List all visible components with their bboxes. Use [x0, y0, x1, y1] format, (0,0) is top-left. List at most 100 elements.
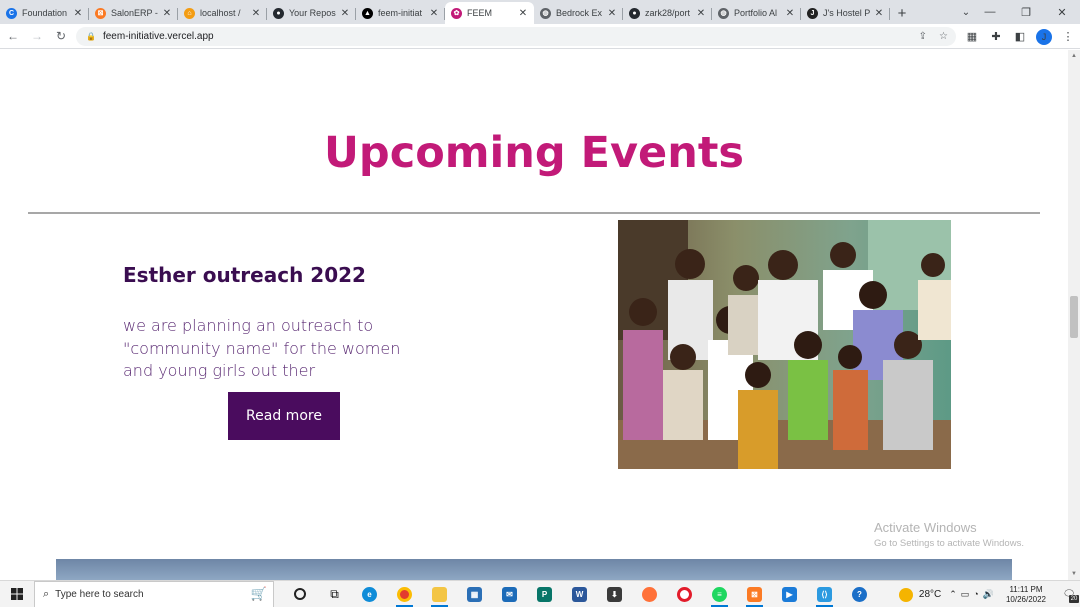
scroll-up-arrow-icon[interactable]: ▲	[1068, 50, 1080, 62]
scrollbar-thumb[interactable]	[1070, 296, 1078, 338]
notification-count-badge: 20	[1069, 595, 1079, 603]
minimize-button[interactable]: —	[972, 0, 1008, 24]
xampp-icon: ⊠	[95, 7, 106, 19]
close-tab-icon[interactable]: ✕	[607, 8, 617, 19]
close-tab-icon[interactable]: ✕	[785, 8, 795, 19]
cortana-icon[interactable]	[282, 581, 317, 607]
clock-time: 11:11 PM	[1009, 584, 1043, 594]
close-tab-icon[interactable]: ✕	[518, 8, 528, 19]
search-icon: ⌕	[43, 587, 50, 600]
event-photo-graphic	[618, 220, 951, 469]
clock[interactable]: 11:11 PM 10/26/2022	[1006, 585, 1046, 605]
maximize-button[interactable]: ❐	[1008, 0, 1044, 24]
windows-logo-icon	[11, 588, 23, 600]
edge-browser-icon[interactable]: e	[352, 581, 387, 607]
tab-list: C Foundation ✕ ⊠ SalonERP - ✕ ⌂ localhost / ✕ ● Yo…	[0, 2, 890, 24]
watermark-title: Activate Windows	[874, 520, 977, 535]
browser-tab[interactable]: ● Your Repos ✕	[267, 2, 356, 24]
watermark-subtitle: Go to Settings to activate Windows.	[874, 538, 1024, 549]
taskbar-search-placeholder: Type here to search	[55, 588, 144, 600]
browser-tab[interactable]: C Foundation ✕	[0, 2, 89, 24]
close-tab-icon[interactable]: ✕	[73, 8, 83, 19]
browser-tab[interactable]: J J's Hostel P ✕	[801, 2, 890, 24]
xampp-icon[interactable]: ⊠	[737, 581, 772, 607]
downloader-icon[interactable]: ⬇	[597, 581, 632, 607]
close-tab-icon[interactable]: ✕	[429, 8, 439, 19]
section-title: Upcoming Events	[324, 128, 744, 178]
help-icon[interactable]: ?	[842, 581, 877, 607]
side-panel-icon[interactable]: ◧	[1008, 30, 1032, 43]
menu-kebab-icon[interactable]: ⋮	[1056, 30, 1080, 43]
browser-tab[interactable]: ⊠ SalonERP - ✕	[89, 2, 178, 24]
github-icon: ●	[629, 7, 640, 19]
read-more-button[interactable]: Read more	[228, 392, 340, 440]
taskbar-search-box[interactable]: ⌕ Type here to search 🛒	[34, 580, 274, 607]
start-button[interactable]	[0, 581, 34, 607]
chrome-browser-icon[interactable]	[387, 581, 422, 607]
next-section-image	[56, 559, 1012, 580]
opera-icon[interactable]	[667, 581, 702, 607]
forward-button[interactable]: →	[26, 25, 48, 47]
share-icon[interactable]: ⇪	[919, 31, 927, 42]
windows-taskbar: ⌕ Type here to search 🛒 ⧉ e ▦ ✉ P W ⬇ ≡ …	[0, 580, 1080, 607]
close-tab-icon[interactable]: ✕	[874, 8, 884, 19]
browser-tab[interactable]: ✿ FEEM ✕	[445, 2, 534, 24]
close-tab-icon[interactable]: ✕	[162, 8, 172, 19]
qr-code-icon[interactable]: ▦	[960, 30, 984, 43]
file-explorer-icon[interactable]	[422, 581, 457, 607]
close-window-button[interactable]: ✕	[1044, 0, 1080, 24]
tab-title: Foundation	[22, 8, 68, 18]
firefox-icon[interactable]	[632, 581, 667, 607]
task-view-icon[interactable]: ⧉	[317, 581, 352, 607]
notification-center-icon[interactable]: 🗨 20	[1058, 581, 1080, 607]
scroll-down-arrow-icon[interactable]: ▼	[1068, 568, 1080, 580]
weather-widget[interactable]: 28°C	[898, 587, 942, 602]
bookmark-star-icon[interactable]: ☆	[939, 31, 948, 42]
lock-icon[interactable]: 🔒	[86, 32, 96, 41]
back-button[interactable]: ←	[2, 25, 24, 47]
browser-tab[interactable]: ◍ Bedrock Ex ✕	[534, 2, 623, 24]
media-player-icon[interactable]: ▶	[772, 581, 807, 607]
tab-title: Portfolio Al	[734, 8, 778, 18]
vscode-icon[interactable]: ⟨⟩	[807, 581, 842, 607]
reload-button[interactable]: ↻	[50, 25, 72, 47]
event-title: Esther outreach 2022	[123, 263, 366, 287]
github-icon: ●	[273, 7, 284, 19]
page-scrollbar[interactable]: ▲ ▼	[1068, 50, 1080, 580]
browser-tab[interactable]: ● zark28/port ✕	[623, 2, 712, 24]
phpmyadmin-icon: ⌂	[184, 7, 195, 19]
tab-title: SalonERP -	[111, 8, 158, 18]
tab-title: zark28/port	[645, 8, 691, 18]
new-tab-button[interactable]: +	[890, 2, 914, 24]
close-tab-icon[interactable]: ✕	[251, 8, 261, 19]
extensions-puzzle-icon[interactable]: ✚	[984, 30, 1008, 43]
feem-icon: ✿	[451, 7, 462, 19]
word-icon[interactable]: W	[562, 581, 597, 607]
profile-avatar[interactable]: J	[1036, 28, 1052, 45]
sun-weather-icon	[898, 587, 913, 602]
system-tray-icons[interactable]: ⌃▭◔🔊	[949, 589, 998, 600]
tab-title: Your Repos	[289, 8, 336, 18]
globe-icon: ◍	[718, 7, 729, 19]
browser-tab[interactable]: ⌂ localhost / ✕	[178, 2, 267, 24]
activate-windows-watermark: Activate Windows Go to Settings to activ…	[874, 520, 1024, 549]
publisher-icon[interactable]: P	[527, 581, 562, 607]
tab-title: Bedrock Ex	[556, 8, 603, 18]
address-bar[interactable]: 🔒 feem-initiative.vercel.app ⇪ ☆	[76, 27, 956, 46]
browser-tab[interactable]: ◍ Portfolio Al ✕	[712, 2, 801, 24]
section-divider	[28, 212, 1040, 214]
tab-title: FEEM	[467, 8, 493, 18]
weather-temperature: 28°C	[918, 589, 942, 600]
event-photo	[618, 220, 951, 469]
vercel-icon: ▲	[362, 7, 373, 19]
close-tab-icon[interactable]: ✕	[696, 8, 706, 19]
event-description: we are planning an outreach to "communit…	[123, 316, 401, 380]
microsoft-store-icon[interactable]: ▦	[457, 581, 492, 607]
clock-date: 10/26/2022	[1005, 594, 1046, 604]
spotify-icon[interactable]: ≡	[702, 581, 737, 607]
system-tray: 28°C ⌃▭◔🔊 11:11 PM 10/26/2022 🗨 20	[898, 581, 1080, 607]
close-tab-icon[interactable]: ✕	[340, 8, 350, 19]
mail-icon[interactable]: ✉	[492, 581, 527, 607]
globe-icon: ◍	[540, 7, 551, 19]
browser-tab[interactable]: ▲ feem-initiat ✕	[356, 2, 445, 24]
